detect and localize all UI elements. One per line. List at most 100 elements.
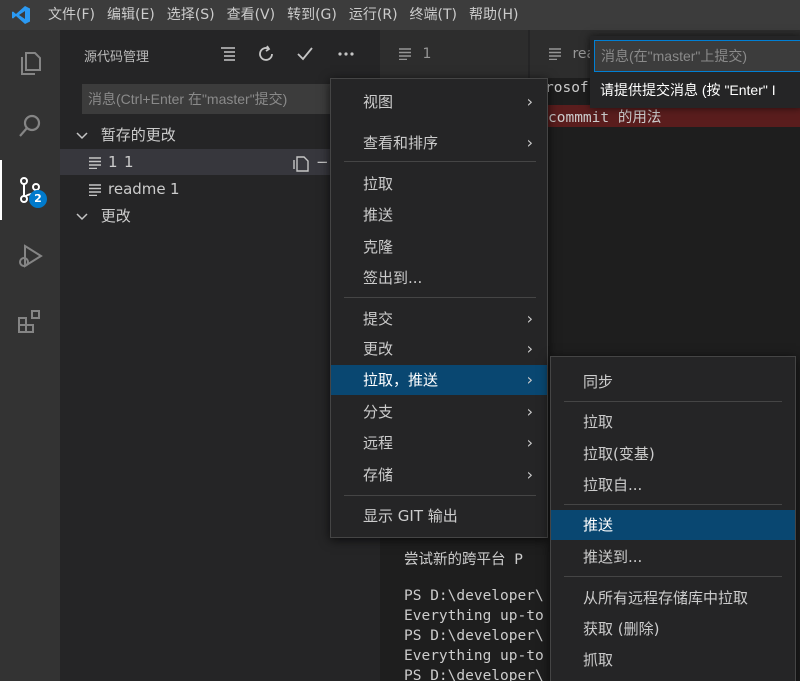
explorer-icon[interactable] — [0, 33, 60, 93]
editor-tab[interactable]: 1 — [380, 30, 528, 78]
terminal-line: Everything up-to — [404, 648, 544, 664]
submenu-item-pull-all-remotes[interactable]: 从所有远程存储库中拉取 — [551, 583, 795, 613]
vscode-logo-icon — [0, 0, 42, 30]
chevron-right-icon: › — [526, 92, 533, 111]
menu-item-label: 拉取 — [583, 413, 614, 431]
menu-item-label: 拉取(变基) — [583, 445, 655, 463]
menu-separator — [564, 401, 782, 402]
tab-label: 1 — [422, 46, 432, 62]
terminal-line: PS D:\developer\ — [404, 628, 544, 644]
menu-item-pull[interactable]: 拉取 — [331, 169, 547, 199]
menu-go[interactable]: 转到(G) — [281, 0, 343, 30]
submenu-item-fetch[interactable]: 抓取 — [551, 645, 795, 675]
quick-input-field[interactable]: 消息(在"master"上提交) — [594, 40, 800, 72]
menu-item-label: 拉取，推送 — [363, 371, 439, 389]
submenu-item-push[interactable]: 推送 — [551, 510, 795, 540]
menu-item-pull-push[interactable]: 拉取，推送 › — [331, 365, 547, 395]
quick-input-message: 请提供提交消息 (按 "Enter" I — [600, 82, 776, 98]
extensions-icon[interactable] — [0, 292, 60, 352]
menu-item-label: 视图 — [363, 93, 394, 111]
menu-help[interactable]: 帮助(H) — [463, 0, 524, 30]
menu-item-show-git-output[interactable]: 显示 GIT 输出 — [331, 501, 547, 531]
menu-item-label: 提交 — [363, 310, 394, 328]
menu-item-label: 推送到... — [583, 548, 643, 566]
menu-item-view-sort[interactable]: 查看和排序 › — [331, 128, 547, 158]
staged-changes-label: 暂存的更改 — [100, 126, 176, 144]
menu-item-label: 远程 — [363, 434, 394, 452]
panel-title: 源代码管理 — [84, 50, 150, 65]
menu-item-view[interactable]: 视图 › — [331, 87, 547, 117]
more-actions-icon[interactable] — [334, 42, 358, 66]
pull-push-submenu: 同步 拉取 拉取(变基) 拉取自... 推送 推送到... 从所有远程存储库中拉… — [550, 356, 796, 681]
menu-item-label: 推送 — [583, 516, 614, 534]
menu-item-remote[interactable]: 远程 › — [331, 428, 547, 458]
submenu-item-pull-rebase[interactable]: 拉取(变基) — [551, 439, 795, 469]
submenu-item-fetch-prune[interactable]: 获取 (删除) — [551, 614, 795, 644]
menu-separator — [344, 495, 536, 496]
menu-item-label: 获取 (删除) — [583, 620, 660, 638]
chevron-right-icon: › — [526, 339, 533, 358]
menu-item-branch[interactable]: 分支 › — [331, 397, 547, 427]
menu-item-push[interactable]: 推送 — [331, 200, 547, 230]
menu-edit[interactable]: 编辑(E) — [101, 0, 161, 30]
chevron-down-icon — [60, 122, 88, 148]
activity-bar: 2 — [0, 30, 60, 681]
menu-separator — [344, 161, 536, 162]
submenu-item-pull-from[interactable]: 拉取自... — [551, 470, 795, 500]
chevron-down-icon — [60, 203, 88, 229]
chevron-right-icon: › — [526, 402, 533, 421]
menu-item-label: 拉取 — [363, 175, 394, 193]
commit-check-icon[interactable] — [293, 42, 317, 66]
menu-item-commit[interactable]: 提交 › — [331, 304, 547, 334]
menu-item-label: 克隆 — [363, 238, 394, 256]
source-control-badge: 2 — [29, 190, 47, 208]
editor-line: rosof — [545, 80, 589, 96]
submenu-item-sync[interactable]: 同步 — [551, 367, 795, 397]
menu-item-label: 分支 — [363, 403, 394, 421]
commit-message-input[interactable]: 消息(Ctrl+Enter 在"master"提交) — [82, 84, 330, 114]
chevron-right-icon: › — [526, 309, 533, 328]
unstage-icon[interactable]: − — [316, 149, 329, 175]
menu-run[interactable]: 运行(R) — [343, 0, 404, 30]
chevron-right-icon: › — [526, 465, 533, 484]
menu-item-label: 同步 — [583, 373, 614, 391]
menu-item-checkout[interactable]: 签出到... — [331, 263, 547, 293]
menu-item-label: 更改 — [363, 340, 394, 358]
submenu-item-pull[interactable]: 拉取 — [551, 407, 795, 437]
terminal-line: PS D:\developer\ — [404, 668, 544, 681]
panel-header: 源代码管理 — [60, 30, 380, 78]
terminal-line: PS D:\developer\ — [404, 588, 544, 604]
view-as-tree-icon[interactable] — [216, 42, 240, 66]
source-control-icon[interactable]: 2 — [0, 160, 60, 220]
more-actions-menu: 视图 › 查看和排序 › 拉取 推送 克隆 签出到... 提交 › 更改 › 拉取，推送… — [330, 78, 548, 538]
menu-item-stash[interactable]: 存储 › — [331, 460, 547, 490]
menu-item-label: 存储 — [363, 466, 394, 484]
editor-line: commmit 的用法 — [548, 110, 662, 126]
menu-item-label: 签出到... — [363, 269, 423, 287]
submenu-item-push-to[interactable]: 推送到... — [551, 542, 795, 572]
file-name: readme — [108, 180, 166, 198]
terminal-line: Everything up-to — [404, 608, 544, 624]
menu-item-clone[interactable]: 克隆 — [331, 232, 547, 262]
file-icon — [88, 149, 102, 175]
menu-terminal[interactable]: 终端(T) — [404, 0, 463, 30]
menu-file[interactable]: 文件(F) — [42, 0, 101, 30]
chevron-right-icon: › — [526, 433, 533, 452]
menu-selection[interactable]: 选择(S) — [161, 0, 221, 30]
file-icon — [398, 46, 416, 62]
chevron-right-icon: › — [526, 370, 533, 389]
file-change-count: 1 — [170, 180, 180, 198]
menu-item-label: 显示 GIT 输出 — [363, 507, 458, 525]
menu-item-changes[interactable]: 更改 › — [331, 334, 547, 364]
chevron-right-icon: › — [526, 133, 533, 152]
terminal-line: 尝试新的跨平台 P — [404, 552, 523, 568]
changes-label: 更改 — [100, 207, 131, 225]
file-change-count: 1 — [124, 153, 134, 171]
menu-item-label: 查看和排序 — [363, 134, 439, 152]
refresh-icon[interactable] — [254, 42, 278, 66]
menu-separator — [564, 504, 782, 505]
search-icon[interactable] — [0, 96, 60, 156]
menu-view[interactable]: 查看(V) — [221, 0, 282, 30]
menu-item-label: 推送 — [363, 206, 394, 224]
run-debug-icon[interactable] — [0, 226, 60, 286]
